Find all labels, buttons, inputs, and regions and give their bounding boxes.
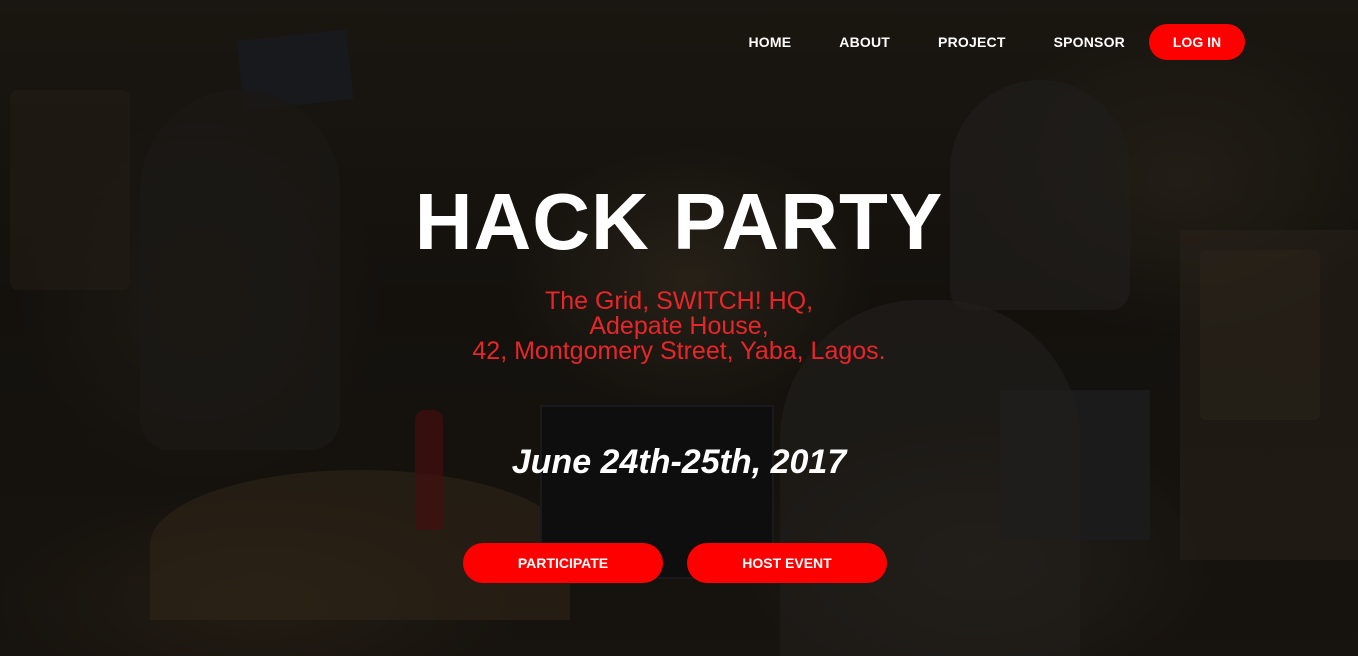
- nav-sponsor-link[interactable]: SPONSOR: [1054, 24, 1125, 60]
- address-line: Adepate House,: [589, 312, 769, 340]
- nav-project-link[interactable]: PROJECT: [938, 24, 1006, 60]
- address-line: 42, Montgomery Street, Yaba, Lagos.: [472, 337, 886, 365]
- venue-address: The Grid, SWITCH! HQ, Adepate House, 42,…: [0, 289, 1358, 364]
- main-nav: HOME ABOUT PROJECT SPONSOR LOG IN: [748, 24, 1245, 60]
- login-button[interactable]: LOG IN: [1149, 24, 1245, 60]
- address-line: The Grid, SWITCH! HQ,: [544, 287, 814, 315]
- event-date: June 24th-25th, 2017: [511, 443, 847, 481]
- nav-about-link[interactable]: ABOUT: [839, 24, 890, 60]
- participate-button[interactable]: PARTICIPATE: [463, 543, 663, 583]
- page-title: HACK PARTY: [414, 177, 944, 266]
- nav-home-link[interactable]: HOME: [748, 24, 791, 60]
- host-event-button[interactable]: HOST EVENT: [687, 543, 887, 583]
